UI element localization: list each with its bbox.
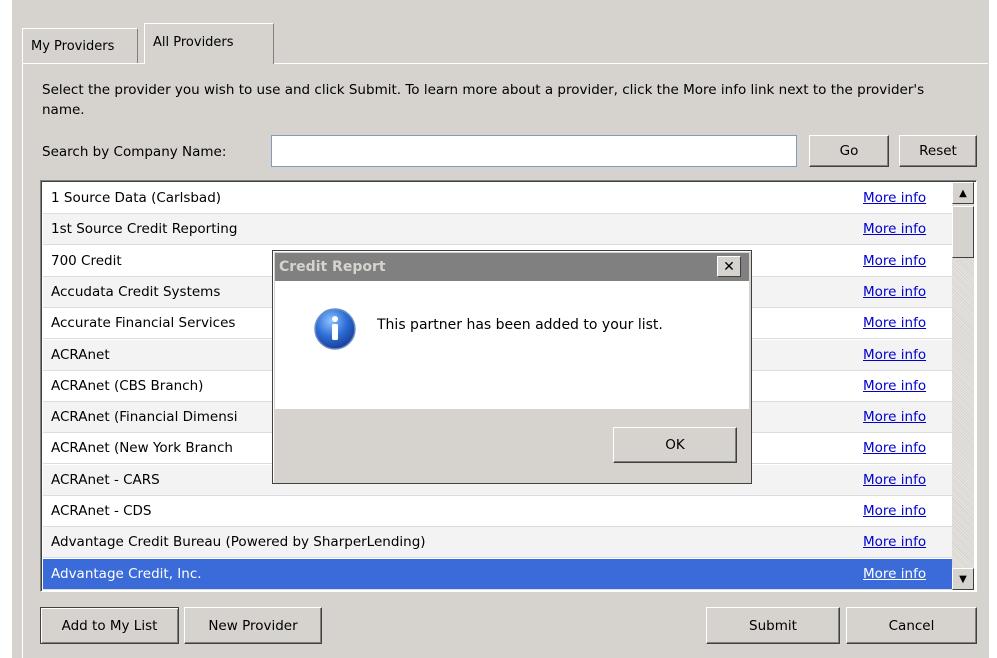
list-item[interactable]: 1 Source Data (Carlsbad) More info xyxy=(43,183,952,214)
submit-button[interactable]: Submit xyxy=(706,607,840,644)
more-info-link[interactable]: More info xyxy=(863,340,926,371)
more-info-link[interactable]: More info xyxy=(863,308,926,339)
more-info-link[interactable]: More info xyxy=(863,214,926,245)
provider-name: 700 Credit xyxy=(51,252,122,269)
more-info-link[interactable]: More info xyxy=(863,559,926,590)
more-info-link[interactable]: More info xyxy=(863,527,926,558)
more-info-link[interactable]: More info xyxy=(863,402,926,433)
more-info-link[interactable]: More info xyxy=(863,183,926,214)
dialog-body: This partner has been added to your list… xyxy=(275,281,749,409)
provider-name: Advantage Credit Bureau (Powered by Shar… xyxy=(51,534,426,551)
tab-my-providers[interactable]: My Providers xyxy=(22,28,138,63)
provider-name: ACRAnet (Financial Dimensi xyxy=(51,409,238,426)
search-label: Search by Company Name: xyxy=(42,144,227,160)
scroll-up-icon[interactable]: ▲ xyxy=(952,182,974,204)
scroll-down-icon[interactable]: ▼ xyxy=(952,568,974,590)
scroll-thumb[interactable] xyxy=(952,206,974,258)
instructions-text: Select the provider you wish to use and … xyxy=(42,82,925,118)
provider-name: Accudata Credit Systems xyxy=(51,283,221,300)
list-item[interactable]: 1st Source Credit Reporting More info xyxy=(43,214,952,246)
more-info-link[interactable]: More info xyxy=(863,277,926,308)
dialog-message: This partner has been added to your list… xyxy=(377,317,663,333)
add-to-my-list-button[interactable]: Add to My List xyxy=(40,607,179,644)
more-info-link[interactable]: More info xyxy=(863,496,926,527)
go-button[interactable]: Go xyxy=(809,135,889,167)
more-info-link[interactable]: More info xyxy=(863,433,926,464)
info-icon xyxy=(314,308,356,350)
new-provider-button[interactable]: New Provider xyxy=(184,607,322,644)
provider-name: ACRAnet - CDS xyxy=(51,503,152,519)
provider-name: ACRAnet (CBS Branch) xyxy=(51,377,204,394)
reset-button[interactable]: Reset xyxy=(899,135,977,167)
close-icon[interactable]: ✕ xyxy=(717,256,741,277)
list-item[interactable]: Advantage Credit Bureau (Powered by Shar… xyxy=(43,527,952,559)
list-item[interactable]: ACRAnet - CDS More info xyxy=(43,496,952,527)
ok-button[interactable]: OK xyxy=(613,427,737,463)
dialog-title: Credit Report xyxy=(275,253,749,281)
cancel-button[interactable]: Cancel xyxy=(846,607,977,644)
tab-all-providers[interactable]: All Providers xyxy=(144,23,274,64)
provider-name: 1 Source Data (Carlsbad) xyxy=(51,190,222,206)
credit-report-dialog: Credit Report ✕ This partner has been ad… xyxy=(272,250,752,484)
vertical-scrollbar[interactable]: ▲ ▼ xyxy=(952,182,974,590)
provider-name: ACRAnet (New York Branch xyxy=(51,440,233,457)
more-info-link[interactable]: More info xyxy=(863,465,926,496)
provider-name: ACRAnet - CARS xyxy=(51,471,160,488)
provider-name: ACRAnet xyxy=(51,346,110,363)
list-item[interactable]: Advantage Credit, Inc. More info xyxy=(43,558,952,590)
provider-name: Accurate Financial Services xyxy=(51,315,236,332)
provider-name: 1st Source Credit Reporting xyxy=(51,221,238,238)
provider-name: Advantage Credit, Inc. xyxy=(51,565,202,582)
more-info-link[interactable]: More info xyxy=(863,371,926,402)
more-info-link[interactable]: More info xyxy=(863,246,926,277)
search-input[interactable] xyxy=(271,135,797,167)
